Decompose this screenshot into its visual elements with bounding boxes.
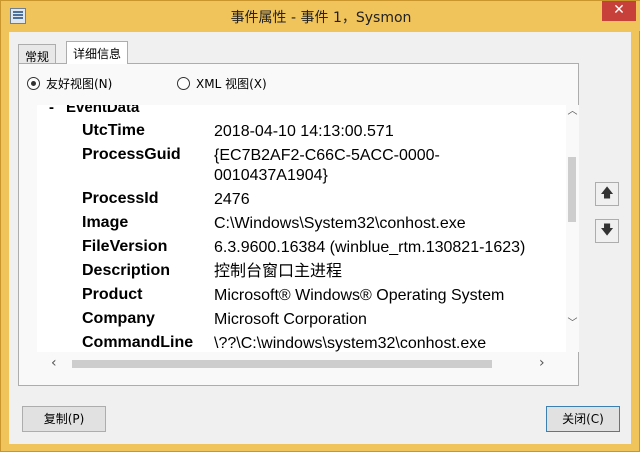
field-value: 2018-04-10 14:13:00.571	[214, 123, 394, 140]
vertical-scroll-thumb[interactable]	[568, 157, 576, 222]
scroll-right-icon[interactable]: ›	[539, 355, 545, 371]
details-panel: 友好视图(N) XML 视图(X) - EventData UtcTime 201…	[18, 63, 579, 386]
friendly-view-radio[interactable]: 友好视图(N)	[27, 75, 112, 92]
field-key: ProcessGuid	[82, 146, 181, 163]
scroll-left-icon[interactable]: ‹	[51, 355, 57, 371]
tab-general[interactable]: 常规	[18, 44, 57, 64]
arrow-down-icon: 🡇	[600, 223, 614, 238]
field-value: 2476	[214, 191, 250, 208]
field-key: FileVersion	[82, 238, 168, 255]
dialog-body: 常规 详细信息 友好视图(N) XML 视图(X) - EventData Utc…	[9, 32, 631, 444]
field-key: CommandLine	[82, 334, 194, 351]
xml-view-radio[interactable]: XML 视图(X)	[177, 75, 267, 92]
xml-view-label: XML 视图(X)	[196, 77, 267, 91]
field-key: Description	[82, 262, 171, 279]
event-data-viewer[interactable]: - EventData UtcTime 2018-04-10 14:13:00.5…	[37, 105, 566, 352]
friendly-view-label: 友好视图(N)	[46, 77, 113, 91]
copy-button[interactable]: 复制(P)	[22, 406, 106, 432]
next-event-button[interactable]: 🡇	[595, 219, 619, 243]
field-value: C:\Windows\System32\conhost.exe	[214, 215, 466, 232]
eventdata-section-header[interactable]: - EventData	[49, 105, 139, 116]
field-value: {EC7B2AF2-C66C-5ACC-0000-0010437A1904}	[214, 147, 440, 184]
field-value: 控制台窗口主进程	[214, 263, 343, 280]
horizontal-scrollbar[interactable]: ‹ ›	[37, 352, 566, 373]
field-key: Image	[82, 214, 129, 231]
field-key: ProcessId	[82, 190, 159, 207]
eventdata-section-label: EventData	[66, 105, 140, 116]
field-key: UtcTime	[82, 122, 145, 139]
event-properties-window: 事件属性 - 事件 1，Sysmon ✕ 常规 详细信息 友好视图(N) XML…	[0, 0, 640, 452]
window-title: 事件属性 - 事件 1，Sysmon	[230, 10, 412, 26]
window-close-button[interactable]: ✕	[602, 1, 636, 21]
field-key: Company	[82, 310, 155, 327]
scroll-down-icon[interactable]: ﹀	[566, 317, 579, 330]
field-key: Product	[82, 286, 143, 303]
field-value: \??\C:\windows\system32\conhost.exe	[214, 335, 487, 352]
arrow-up-icon: 🡅	[600, 186, 614, 201]
horizontal-scroll-thumb[interactable]	[72, 360, 492, 368]
vertical-scrollbar[interactable]: ︿ ﹀	[566, 105, 579, 352]
radio-unchecked-icon	[177, 77, 190, 90]
field-value: Microsoft® Windows® Operating System	[214, 287, 505, 304]
field-value: Microsoft Corporation	[214, 311, 367, 328]
scroll-up-icon[interactable]: ︿	[566, 105, 579, 118]
title-bar: 事件属性 - 事件 1，Sysmon ✕	[1, 1, 640, 31]
radio-checked-icon	[27, 77, 40, 90]
previous-event-button[interactable]: 🡅	[595, 182, 619, 206]
field-value: 6.3.9600.16384 (winblue_rtm.130821-1623)	[214, 239, 526, 256]
tab-details[interactable]: 详细信息	[66, 41, 129, 64]
collapse-toggle[interactable]: -	[49, 105, 54, 116]
close-button[interactable]: 关闭(C)	[546, 406, 620, 432]
